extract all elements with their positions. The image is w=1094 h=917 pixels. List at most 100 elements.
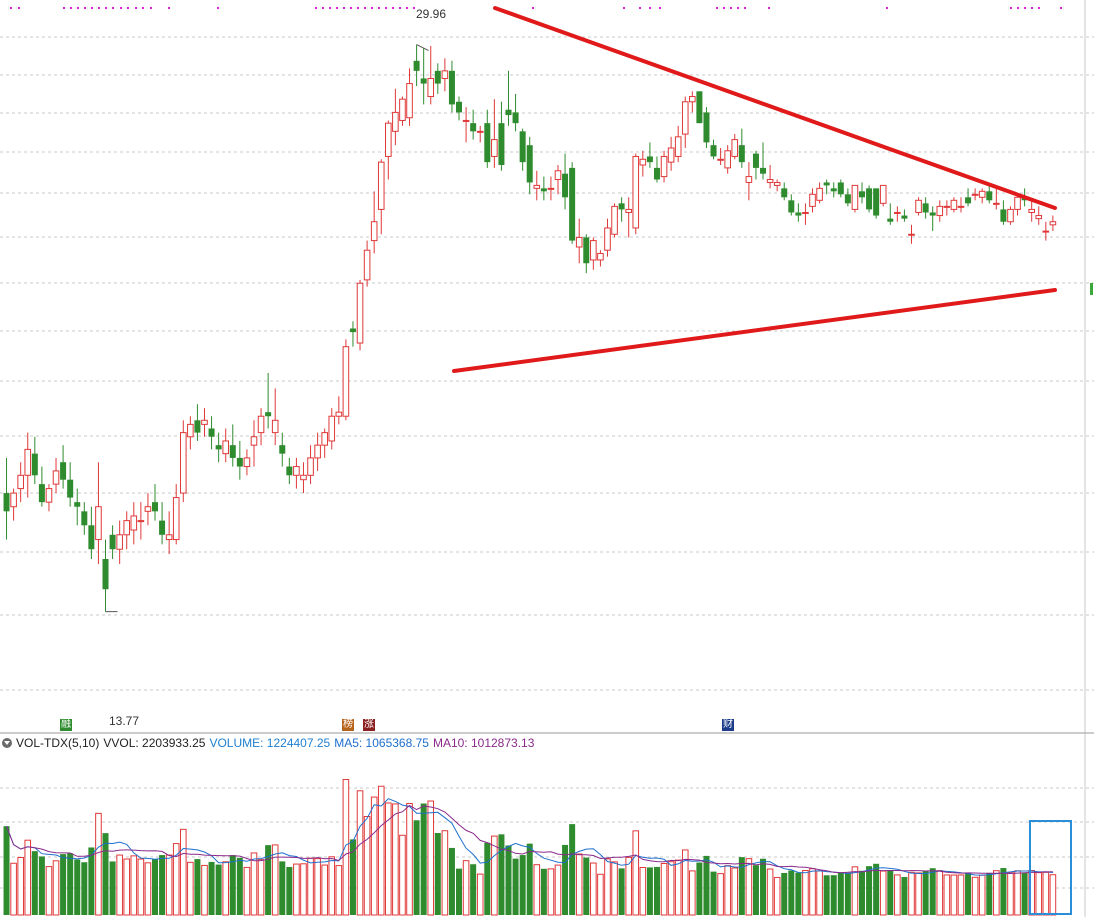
candle-body-down [279,445,286,454]
volume-bar-up [370,796,378,916]
volume-bar-up [123,858,131,916]
candle-body-down [823,182,830,186]
volume-bar-down [646,867,653,915]
indicator-name[interactable]: VOL-TDX(5,10) [16,735,99,751]
volume-bar-up [116,854,123,916]
candlestick-chart[interactable] [0,0,1094,917]
volume-bar-down [81,862,88,915]
candle-body-up [681,101,689,135]
candle-body-up [957,205,965,208]
candle-body-up [356,282,364,344]
top-marker-dot [886,7,888,9]
top-marker-dot [649,7,651,9]
volume-bar-down [618,868,625,915]
volume-bar-up [879,870,887,916]
top-marker-dot [217,7,219,9]
volume-bar-up [993,870,1000,916]
volume-bar-up [201,864,208,916]
candle-body-up [187,423,194,438]
candle-body-down [873,188,880,216]
candle-body-down [208,428,215,437]
candle-body-up [1014,196,1021,210]
volume-bar-up [689,870,696,916]
volume-bar-up [936,870,944,916]
volume-bar-down [710,871,717,915]
candle-body-up [385,122,392,157]
candle-body-up [123,520,131,536]
volume-bar-up [130,855,138,916]
top-marker-dot [532,7,534,9]
top-marker-dot [364,7,366,9]
candle-body-up [300,474,307,481]
candle-body-up [370,221,378,242]
top-marker-dot [127,7,129,9]
candle-body-up [130,515,138,531]
volume-bar-up [24,839,32,916]
volume-bar-up [144,862,152,916]
volume-bar-up [293,863,300,916]
volume-bar-up [441,830,449,916]
candle-body-down [109,534,116,550]
candle-body-down [738,145,745,163]
volume-bar-down [795,872,802,915]
dropdown-icon[interactable] [2,738,12,748]
candle-body-down [236,457,243,467]
volume-bar-down [67,853,74,915]
volume-bar-down [823,875,830,915]
top-marker-dot [378,7,380,9]
candle-body-up [575,236,583,248]
volume-bar-down [470,864,477,915]
candle-body-up [611,205,618,235]
candle-body-up [851,184,859,210]
volume-bar-down [760,858,767,915]
candle-body-up [95,506,102,541]
candle-body-up [908,233,915,236]
top-marker-dot [150,7,152,9]
volume-bar-down [484,842,491,915]
volume-bar-down [60,854,67,915]
top-marker-dot [413,7,415,9]
candle-body-up [590,240,597,261]
tag-limit-up[interactable]: 涨 [363,719,375,731]
volume-bar-up [179,828,187,916]
volume-bar-up [809,868,816,916]
candle-body-up [632,155,640,229]
volume-bar-down [152,859,159,915]
edge-marker [1090,283,1093,295]
candle-body-up [392,111,399,132]
candle-body-up [978,190,986,198]
volume-bar-up [187,861,194,916]
candle-body-down [788,200,795,213]
volume-bar-up [95,812,102,916]
top-marker-dot [63,7,65,9]
top-marker-dot [120,7,122,9]
volume-bar-up [392,803,399,916]
volume-bar-up [172,843,180,916]
volume-bar-up [802,869,809,916]
candle-body-up [879,184,887,204]
candle-body-up [165,534,173,541]
volume-bar-up [625,856,632,916]
volume-bar-down [526,843,533,915]
candle-body-down [710,145,717,157]
top-marker-dot [737,7,739,9]
candle-body-up [377,161,385,210]
volume-bar-up [943,874,951,916]
candle-body-down [618,203,625,210]
candle-body-up [809,193,816,207]
volume-bar-up [356,790,364,916]
tag-finance[interactable]: 财 [722,719,734,731]
volume-bar-down [583,857,590,915]
candle-body-down [830,188,837,192]
candle-body-down [887,218,894,222]
tag-margin[interactable]: 融 [60,719,72,731]
volume-bar-down [929,868,936,915]
volume-bar-down [434,833,441,915]
tag-ranking[interactable]: 榜 [342,719,354,731]
top-marker-dot [659,7,661,9]
candle-body-down [159,520,166,535]
candle-body-up [625,208,632,213]
high-price-label: 29.96 [416,7,447,21]
volume-bar-up [554,864,562,916]
top-marker-dot [168,7,170,9]
